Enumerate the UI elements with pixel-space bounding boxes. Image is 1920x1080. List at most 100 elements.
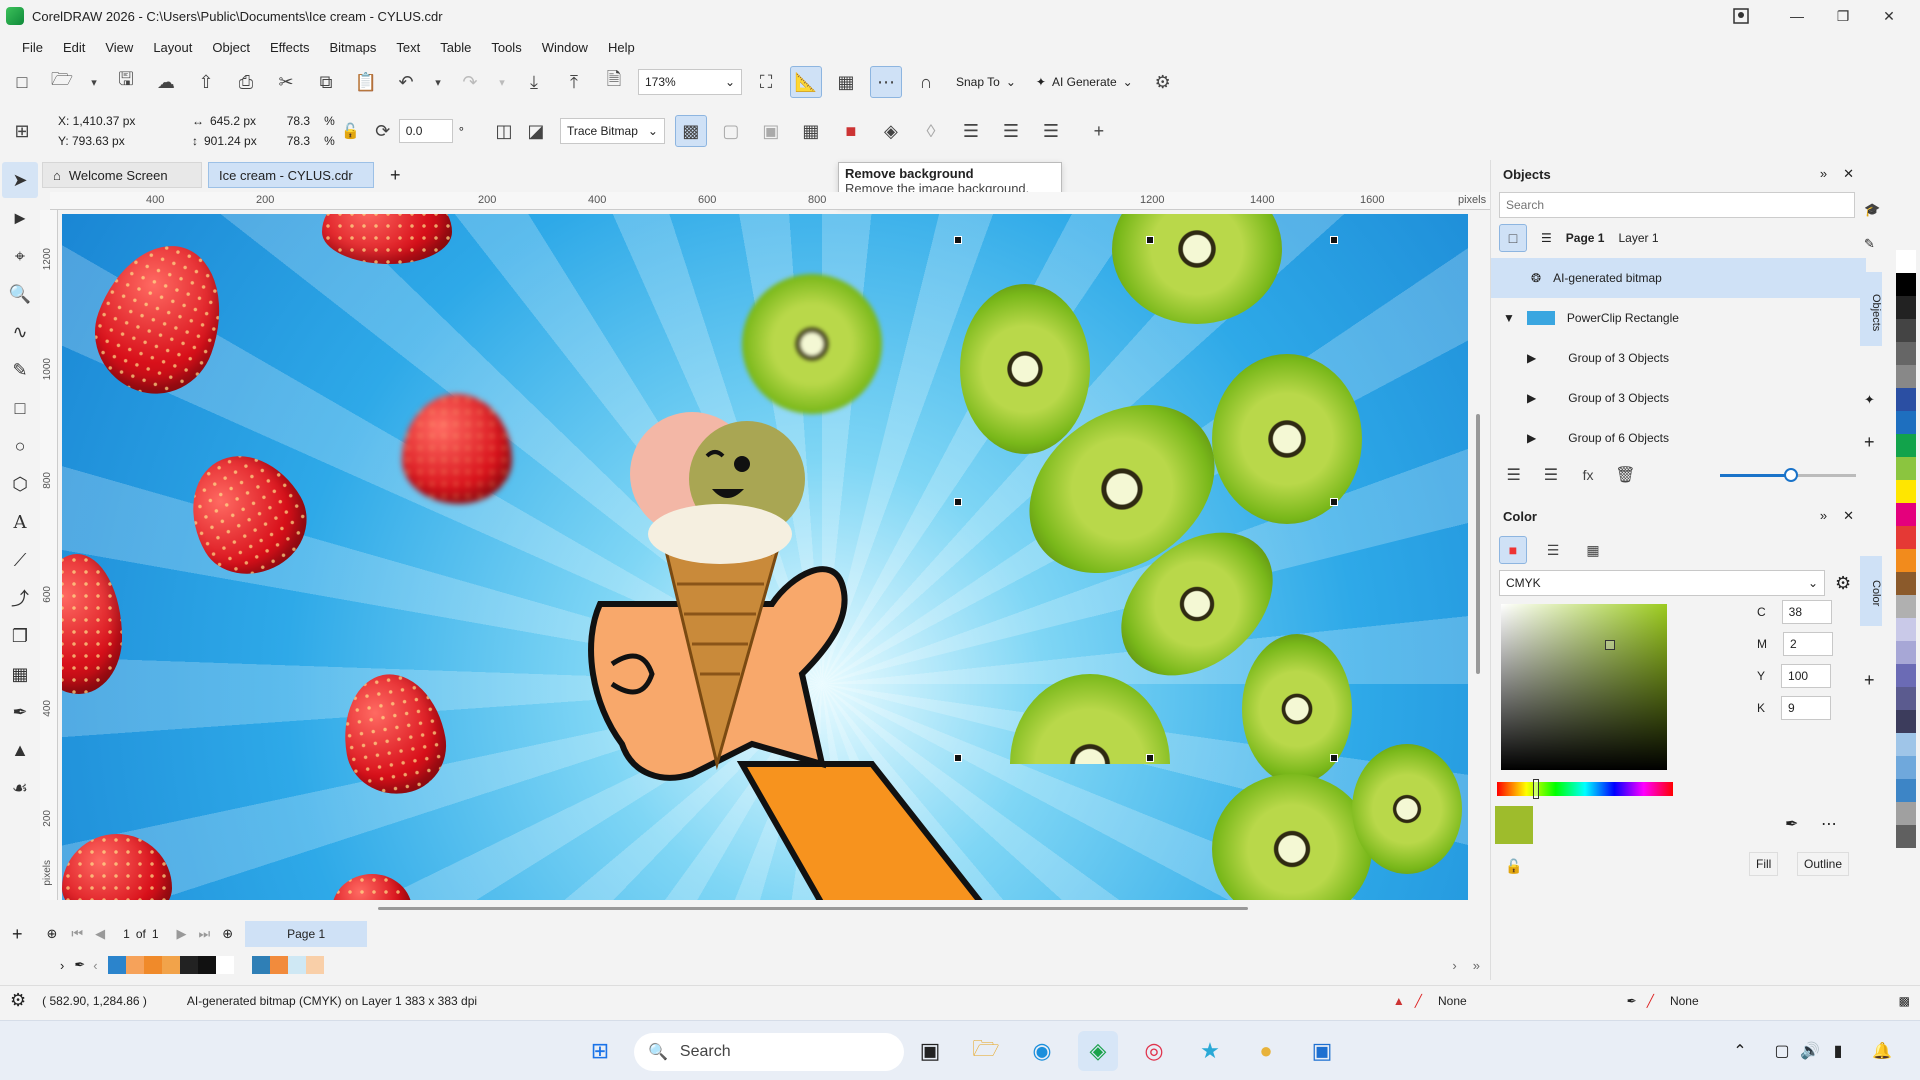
tab-ice-cream-document[interactable]: Ice cream - CYLUS.cdr (208, 162, 374, 188)
menu-edit[interactable]: Edit (53, 40, 95, 55)
object-item[interactable]: ▶ Group of 6 Objects (1491, 418, 1866, 458)
add-page-after-icon[interactable]: ⊕ (222, 926, 233, 942)
polygon-tool-icon[interactable]: ⬡ (2, 466, 38, 502)
selection-handle[interactable] (1146, 236, 1154, 244)
open-icon[interactable]: 🗁 (46, 66, 78, 98)
horizontal-ruler[interactable]: 400 200 200 400 600 800 1200 1400 1600 p… (50, 192, 1490, 210)
copy-icon[interactable]: ⧉ (310, 66, 342, 98)
more-options-icon[interactable]: ⋯ (1821, 814, 1837, 834)
first-page-icon[interactable]: ⏮ (71, 926, 83, 942)
close-window-button[interactable]: ✕ (1866, 0, 1912, 32)
effects-fx-icon[interactable]: fx (1576, 462, 1601, 488)
wrap-text-icon[interactable]: ☰ (955, 115, 987, 147)
palette-swatch[interactable] (179, 956, 198, 974)
fill-button[interactable]: Fill (1749, 852, 1779, 876)
close-panel-icon[interactable]: ✕ (1843, 166, 1854, 182)
cloud-save-icon[interactable]: ☁ (150, 66, 182, 98)
redo-dropdown-icon[interactable]: ▾ (494, 66, 510, 98)
remove-background-icon[interactable]: ▩ (674, 115, 707, 147)
corel-font-manager-icon[interactable]: ★ (1190, 1031, 1230, 1071)
palette-swatch[interactable] (1896, 457, 1916, 480)
parallel-dimension-tool-icon[interactable]: ⟋ (2, 542, 38, 578)
palette-swatch[interactable] (287, 956, 306, 974)
object-item[interactable]: ▶ Group of 3 Objects (1491, 338, 1866, 378)
color-lock-icon[interactable]: 🔓 (1505, 858, 1522, 875)
color-model-dropdown[interactable]: CMYK ⌄ (1499, 570, 1825, 596)
color-sliders-icon[interactable]: ☰ (1539, 536, 1567, 564)
windows-start-icon[interactable]: ⊞ (580, 1031, 620, 1071)
publish-pdf-icon[interactable]: 🗎 (598, 66, 630, 98)
mirror-vertical-icon[interactable]: ◪ (520, 115, 552, 147)
battery-icon[interactable]: ▮ (1818, 1031, 1858, 1071)
artistic-media-tool-icon[interactable]: ✎ (2, 352, 38, 388)
palette-swatches[interactable] (107, 956, 324, 974)
edit-bitmap-icon[interactable]: ▢ (715, 115, 747, 147)
open-dropdown-icon[interactable]: ▾ (86, 66, 102, 98)
palette-swatch[interactable] (161, 956, 180, 974)
selection-handle[interactable] (954, 754, 962, 762)
palette-swatch[interactable] (107, 956, 126, 974)
expand-triangle-icon[interactable]: ▶ (1527, 391, 1536, 405)
palette-swatch[interactable] (143, 956, 162, 974)
page-tab[interactable]: Page 1 (245, 921, 368, 947)
menu-view[interactable]: View (95, 40, 143, 55)
palette-swatch[interactable] (269, 956, 288, 974)
show-hidden-icons-chevron-icon[interactable]: ⌃ (1720, 1031, 1760, 1071)
outline-button[interactable]: Outline (1797, 852, 1850, 876)
menu-table[interactable]: Table (430, 40, 481, 55)
minimize-button[interactable]: — (1774, 0, 1820, 32)
palette-expand-right-icon[interactable]: » (1473, 958, 1480, 973)
height-field[interactable]: 901.24 px (204, 131, 257, 151)
color-viewers-icon[interactable]: ■ (1499, 536, 1527, 564)
scale-x-field[interactable]: 78.3 (287, 111, 310, 131)
palette-swatch[interactable] (1896, 664, 1916, 687)
palette-swatch[interactable] (1896, 411, 1916, 434)
previous-page-icon[interactable]: ◀ (95, 926, 105, 942)
show-rulers-icon[interactable]: 📐 (790, 66, 822, 98)
palette-swatch[interactable] (1896, 687, 1916, 710)
expand-panel-icon[interactable]: » (1820, 166, 1827, 182)
x-position-field[interactable]: X: 1,410.37 px (52, 111, 172, 131)
selection-handle[interactable] (1330, 498, 1338, 506)
palette-swatch[interactable] (1896, 388, 1916, 411)
notifications-bell-icon[interactable]: 🔔 (1862, 1031, 1902, 1071)
shape-tool-icon[interactable]: ► (2, 200, 38, 236)
add-docker-icon[interactable]: + (1864, 432, 1875, 453)
crop-tool-icon[interactable]: ⌖ (2, 238, 38, 274)
outline-pen-icon[interactable]: ✒ (1627, 994, 1637, 1008)
magenta-field[interactable]: 2 (1783, 632, 1833, 656)
transparency-tool-icon[interactable]: ▦ (2, 656, 38, 692)
learn-icon[interactable]: 🎓 (1864, 202, 1880, 218)
next-page-icon[interactable]: ▶ (177, 926, 187, 942)
ai-generate-dropdown[interactable]: ✦ AI Generate ⌄ (1030, 69, 1139, 95)
selection-handle[interactable] (954, 498, 962, 506)
width-field[interactable]: 645.2 px (210, 111, 256, 131)
objects-search-input[interactable] (1499, 192, 1855, 218)
reference-point-icon[interactable]: ⊞ (6, 115, 38, 147)
menu-file[interactable]: File (12, 40, 53, 55)
lock-ratio-icon[interactable]: 🔓 (335, 115, 367, 147)
show-grid-icon[interactable]: ▦ (830, 66, 862, 98)
ellipse-tool-icon[interactable]: ○ (2, 428, 38, 464)
cyan-field[interactable]: 38 (1781, 600, 1832, 624)
menu-object[interactable]: Object (202, 40, 260, 55)
yellow-field[interactable]: 100 (1781, 664, 1832, 688)
redo-icon[interactable]: ↷ (454, 66, 486, 98)
fill-bucket-icon[interactable]: ▲ (1393, 994, 1405, 1008)
palette-swatch[interactable] (1896, 641, 1916, 664)
palette-swatch[interactable] (197, 956, 216, 974)
snap-to-dropdown[interactable]: Snap To ⌄ (950, 69, 1022, 95)
palette-swatch[interactable] (1896, 526, 1916, 549)
add-page-circle-icon[interactable]: ⊕ (47, 926, 58, 942)
ai-sparkle-icon[interactable]: ✦ (1864, 392, 1875, 408)
status-settings-gear-icon[interactable]: ⚙ (10, 990, 26, 1011)
new-layer-icon[interactable]: ☰ (1501, 462, 1526, 488)
expand-panel-icon[interactable]: » (1820, 508, 1827, 524)
new-master-layer-icon[interactable]: ☰ (1538, 462, 1563, 488)
selection-handle[interactable] (1330, 754, 1338, 762)
palette-swatch[interactable] (125, 956, 144, 974)
objects-side-tab[interactable]: Objects (1860, 272, 1882, 346)
menu-help[interactable]: Help (598, 40, 645, 55)
eyedropper-tool-icon[interactable]: ✒ (2, 694, 38, 730)
maximize-button[interactable]: ❐ (1820, 0, 1866, 32)
